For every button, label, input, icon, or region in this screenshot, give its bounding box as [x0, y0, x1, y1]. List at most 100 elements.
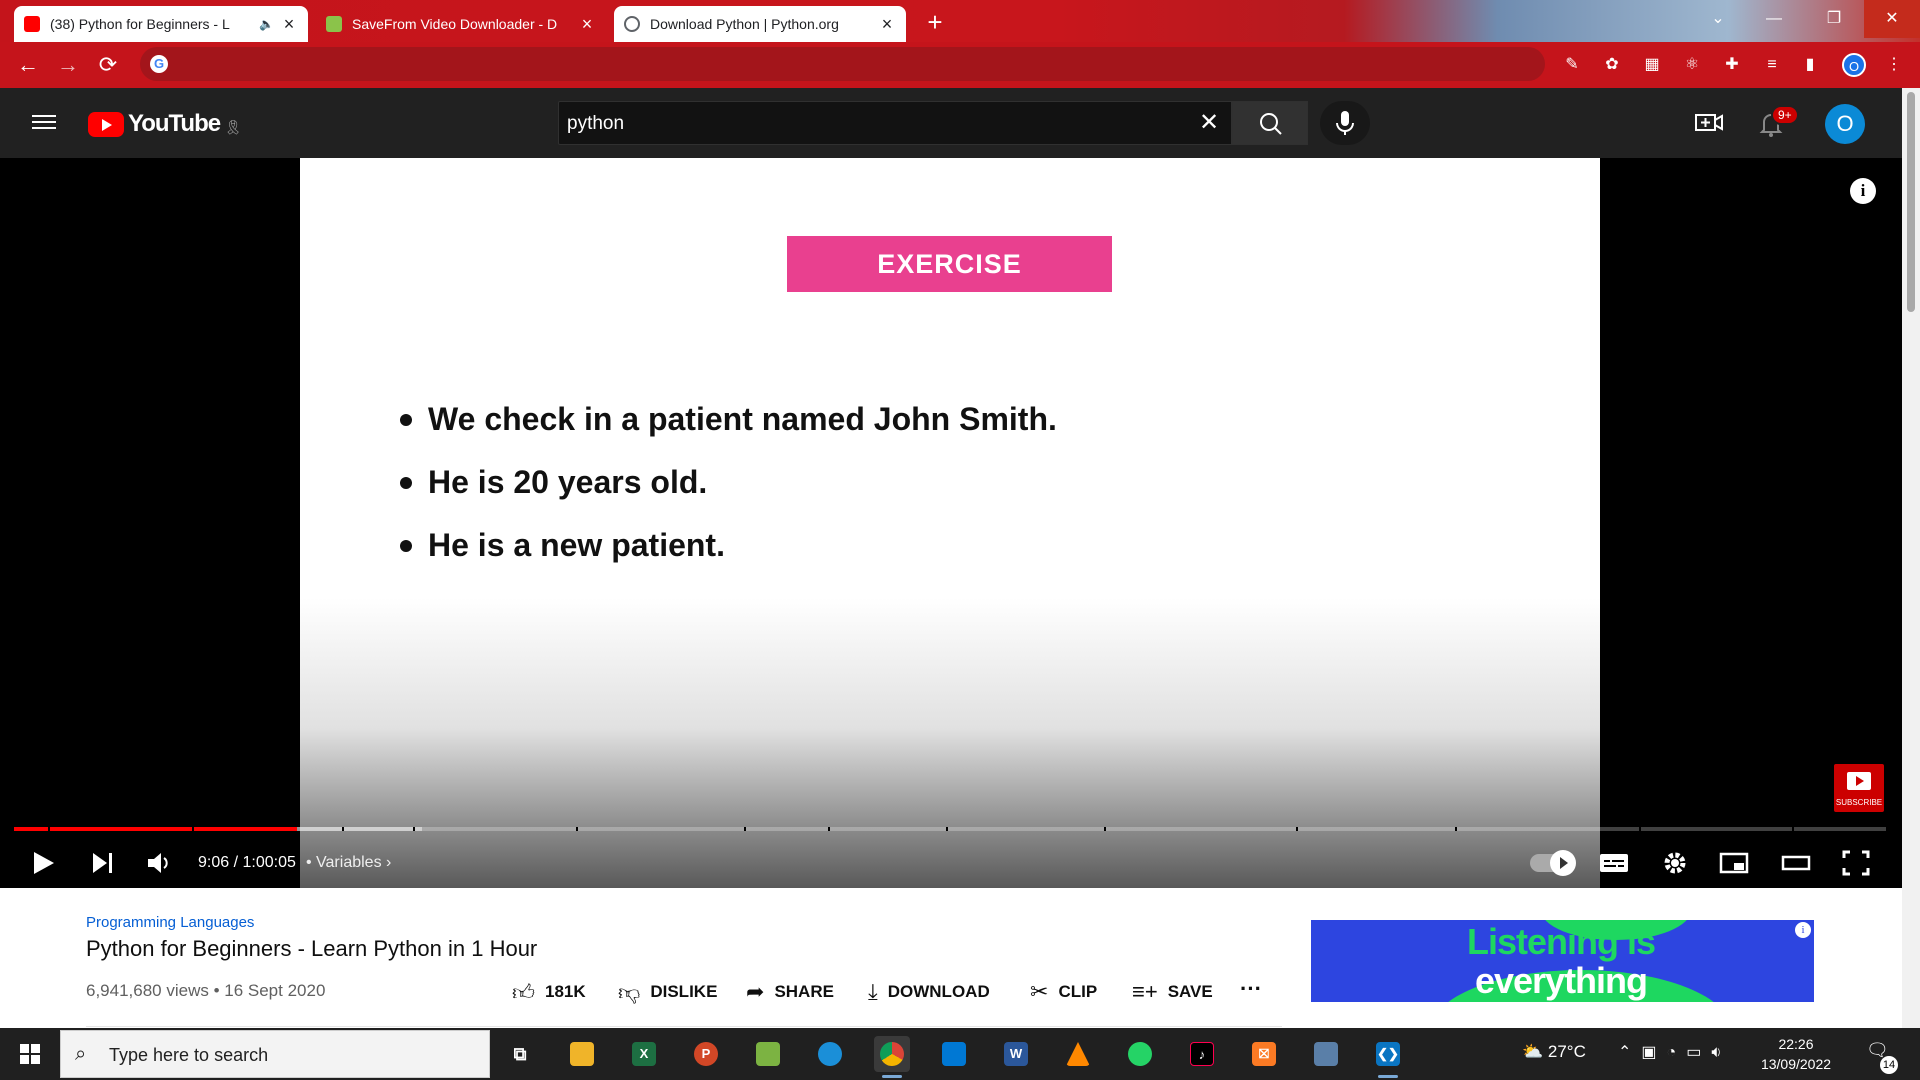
- scrollbar-thumb[interactable]: [1907, 92, 1915, 312]
- microsoft-store-icon[interactable]: [936, 1036, 972, 1072]
- progress-played: [14, 827, 297, 831]
- chrome-menu-icon[interactable]: ⋮: [1884, 55, 1904, 75]
- volume-icon[interactable]: [144, 846, 174, 880]
- audio-playing-icon[interactable]: 🔈: [259, 17, 274, 31]
- subscribe-watermark-label: SUBSCRIBE: [1835, 798, 1883, 807]
- wifi-icon[interactable]: ◔: [1667, 1044, 1687, 1061]
- tiktok-icon[interactable]: ♪: [1184, 1036, 1220, 1072]
- chapter-title-button[interactable]: • Variables ›: [306, 854, 391, 872]
- react-extension-icon[interactable]: ⚛: [1682, 55, 1702, 75]
- show-hidden-icons-icon[interactable]: ⌃: [1618, 1044, 1641, 1061]
- taskbar-search-box[interactable]: ⌕ Type here to search: [60, 1030, 490, 1078]
- chapter-marker: [946, 827, 949, 831]
- chapter-marker: [47, 827, 50, 831]
- weather-temp: 27°C: [1547, 1042, 1586, 1061]
- chrome-profile-avatar[interactable]: O: [1842, 53, 1866, 77]
- play-button-icon[interactable]: [28, 846, 58, 880]
- tab-youtube[interactable]: (38) Python for Beginners - L 🔈 ×: [14, 6, 308, 42]
- system-tray[interactable]: ⌃▣◔▭🔉︎: [1618, 1042, 1731, 1062]
- autoplay-toggle[interactable]: [1530, 850, 1576, 876]
- create-video-button[interactable]: [1694, 110, 1724, 136]
- next-video-icon[interactable]: [88, 846, 118, 880]
- weather-widget[interactable]: ⛅ 27°C: [1522, 1042, 1586, 1062]
- color-picker-extension-icon[interactable]: ✿: [1602, 55, 1622, 75]
- page-scrollbar[interactable]: [1902, 88, 1920, 1028]
- chapter-marker: [1103, 827, 1106, 831]
- minimize-button[interactable]: —: [1746, 0, 1802, 38]
- miniplayer-icon[interactable]: [1718, 846, 1750, 880]
- video-camera-plus-icon: [1695, 114, 1723, 131]
- view-count-date: 6,941,680 views • 16 Sept 2020: [86, 981, 326, 1000]
- tab-search-button[interactable]: ⌄: [1690, 0, 1746, 38]
- file-explorer-icon[interactable]: [564, 1036, 600, 1072]
- theater-mode-icon[interactable]: [1780, 846, 1812, 880]
- battery-icon[interactable]: ▭: [1686, 1044, 1711, 1061]
- save-button[interactable]: ≡+ SAVE: [1132, 978, 1213, 1006]
- slide-bullet: He is 20 years old.: [400, 451, 1057, 514]
- download-button[interactable]: ⤓ DOWNLOAD: [868, 978, 990, 1006]
- info-card-icon[interactable]: i: [1850, 178, 1876, 204]
- word-icon[interactable]: W: [998, 1036, 1034, 1072]
- share-button[interactable]: ➦ SHARE: [746, 978, 834, 1006]
- spotify-ad-banner[interactable]: Listening is everything i: [1311, 920, 1814, 1002]
- restore-button[interactable]: ❐: [1806, 0, 1862, 38]
- speaker-icon[interactable]: 🔉︎: [1711, 1044, 1731, 1061]
- close-window-button[interactable]: ✕: [1864, 0, 1920, 38]
- task-view-icon[interactable]: ⧉: [502, 1036, 538, 1072]
- vlc-icon[interactable]: [1060, 1036, 1096, 1072]
- extensions-puzzle-icon[interactable]: ✚: [1722, 55, 1742, 75]
- fullscreen-icon[interactable]: [1840, 846, 1872, 880]
- edge-icon[interactable]: [812, 1036, 848, 1072]
- more-actions-icon[interactable]: ···: [1240, 976, 1262, 1002]
- vscode-icon[interactable]: ❮❯: [1370, 1036, 1406, 1078]
- side-panel-icon[interactable]: ▮: [1800, 55, 1820, 75]
- image-app-icon[interactable]: [750, 1036, 786, 1072]
- windows-start-icon[interactable]: [0, 1028, 60, 1080]
- ad-info-icon[interactable]: i: [1795, 922, 1811, 938]
- search-input[interactable]: [567, 112, 1167, 136]
- clip-button[interactable]: ✂ CLIP: [1030, 978, 1097, 1006]
- chrome-icon[interactable]: [874, 1036, 910, 1078]
- download-arrow-favicon-icon: [326, 16, 342, 32]
- powerpoint-icon[interactable]: P: [688, 1036, 724, 1072]
- photo-app-icon[interactable]: [1308, 1036, 1344, 1072]
- youtube-favicon-icon: [24, 16, 40, 32]
- address-bar[interactable]: G: [140, 47, 1545, 81]
- like-button[interactable]: 👍︎ 181K: [512, 978, 586, 1006]
- reload-button[interactable]: ⟳: [94, 52, 122, 80]
- close-tab-icon[interactable]: ×: [280, 14, 298, 35]
- whatsapp-icon[interactable]: [1122, 1036, 1158, 1072]
- colorzilla-extension-icon[interactable]: ▦: [1642, 55, 1662, 75]
- meet-icon[interactable]: ▣: [1641, 1044, 1666, 1061]
- excel-icon[interactable]: X: [626, 1036, 662, 1072]
- clock-date: 13/09/2022: [1760, 1056, 1832, 1072]
- clear-search-icon[interactable]: ✕: [1197, 110, 1221, 136]
- video-player[interactable]: EXERCISE We check in a patient named Joh…: [0, 158, 1902, 888]
- ad-headline-line2: everything: [1474, 960, 1648, 1001]
- close-tab-icon[interactable]: ×: [578, 14, 596, 35]
- tab-python-org[interactable]: Download Python | Python.org ×: [614, 6, 906, 42]
- video-category-link[interactable]: Programming Languages: [86, 914, 254, 931]
- back-button[interactable]: ←: [14, 52, 42, 80]
- new-tab-button[interactable]: +: [920, 8, 950, 38]
- close-tab-icon[interactable]: ×: [878, 14, 896, 35]
- youtube-play-logo-icon: [88, 111, 124, 137]
- xampp-icon[interactable]: ⛝: [1246, 1036, 1282, 1072]
- subscribe-watermark[interactable]: SUBSCRIBE: [1834, 764, 1884, 812]
- youtube-wordmark: YouTube: [128, 110, 221, 137]
- subtitles-icon[interactable]: [1598, 846, 1630, 880]
- browser-toolbar: ← → ⟳ G ✎ ✿ ▦ ⚛ ✚ ≡ ▮ O ⋮: [0, 42, 1920, 88]
- search-button[interactable]: [1232, 101, 1308, 145]
- settings-gear-icon[interactable]: [1660, 846, 1690, 880]
- tab-savefrom[interactable]: SaveFrom Video Downloader - D ×: [316, 6, 606, 42]
- forward-button[interactable]: →: [54, 52, 82, 80]
- account-avatar[interactable]: O: [1825, 104, 1865, 144]
- youtube-logo[interactable]: YouTube 🎗: [88, 110, 242, 138]
- media-control-icon[interactable]: ≡: [1762, 55, 1782, 75]
- voice-search-button[interactable]: [1320, 101, 1370, 145]
- progress-bar[interactable]: [14, 827, 1886, 831]
- pen-extension-icon[interactable]: ✎: [1562, 55, 1582, 75]
- hamburger-menu-icon[interactable]: [32, 111, 56, 135]
- taskbar-clock[interactable]: 22:26 13/09/2022: [1756, 1034, 1836, 1074]
- dislike-button[interactable]: 👎︎ DISLIKE: [618, 978, 717, 1006]
